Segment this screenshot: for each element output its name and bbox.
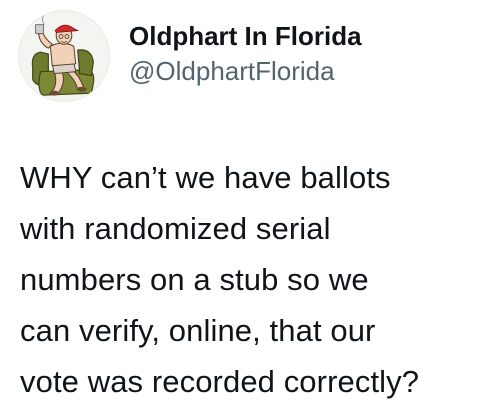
tweet-author: Oldphart In Florida @OldphartFlorida (129, 20, 489, 87)
tweet-text-line: vote was recorded correctly? (20, 364, 420, 399)
author-display-name[interactable]: Oldphart In Florida (129, 20, 489, 52)
cartoon-avatar-icon (19, 11, 109, 101)
tweet-text-line: numbers on a stub so we (20, 262, 369, 297)
tweet-card: Oldphart In Florida @OldphartFlorida WHY… (0, 0, 500, 414)
tweet-text-line: with randomized serial (20, 211, 331, 246)
tweet-text-line: can verify, online, that our (20, 313, 376, 348)
profile-avatar[interactable] (18, 10, 110, 102)
author-handle[interactable]: @OldphartFlorida (129, 55, 489, 87)
tweet-body: WHY can’t we have ballots with randomize… (20, 152, 495, 407)
tweet-text-line: WHY can’t we have ballots (20, 160, 391, 195)
